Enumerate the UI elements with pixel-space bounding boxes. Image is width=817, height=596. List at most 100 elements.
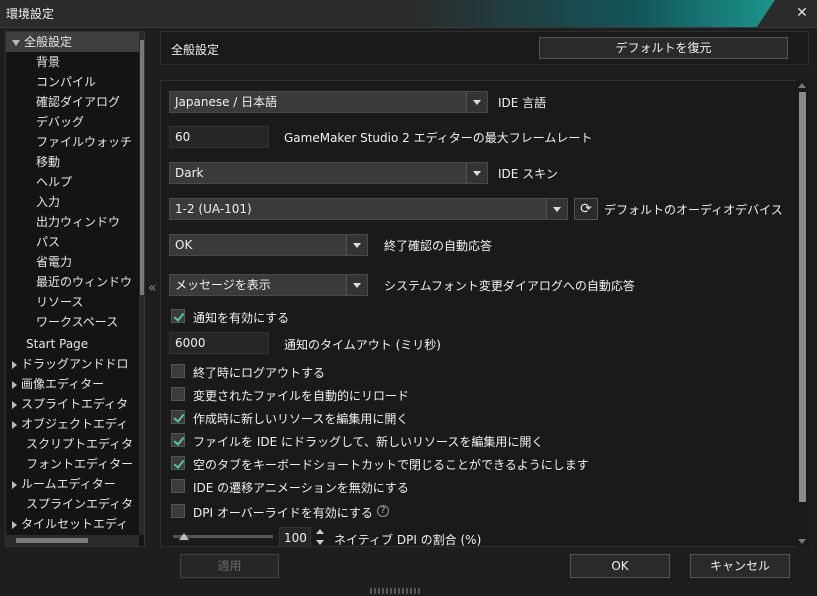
enable-notifications-label: 通知を有効にする xyxy=(193,311,290,325)
expand-down-icon[interactable] xyxy=(12,39,20,46)
cancel-button[interactable]: キャンセル xyxy=(690,554,790,578)
audio-device-dropdown[interactable]: 1-2 (UA-101) xyxy=(169,198,568,220)
chevron-down-icon[interactable] xyxy=(466,92,487,112)
tree-item-label: 確認ダイアログ xyxy=(36,95,121,109)
tree-item-label: 省電力 xyxy=(36,255,73,269)
tree-item[interactable]: 画像エディター xyxy=(6,374,139,394)
exit-confirm-label: 終了確認の自動応答 xyxy=(384,239,493,253)
tree-item-label: 画像エディター xyxy=(21,377,105,391)
logout-on-exit-checkbox[interactable] xyxy=(171,364,185,378)
tree-item-label: ドラッグアンドドロ xyxy=(21,357,129,371)
expand-right-icon[interactable] xyxy=(12,480,17,489)
close-empty-tabs-label: 空のタブをキーボードショートカットで閉じることができるようにします xyxy=(193,458,589,472)
tree-item-label: 入力 xyxy=(36,195,61,209)
exit-confirm-dropdown[interactable]: OK xyxy=(169,234,368,256)
chevron-down-icon[interactable] xyxy=(466,163,487,183)
tree-item[interactable]: オブジェクトエディ xyxy=(6,414,139,434)
tree-vertical-scrollbar[interactable] xyxy=(139,32,144,535)
resize-grip[interactable] xyxy=(370,588,420,594)
drag-file-open-checkbox[interactable] xyxy=(171,433,185,447)
tree-item[interactable]: フォントエディター xyxy=(6,454,139,474)
tree-item-label: 出力ウィンドウ xyxy=(36,215,121,229)
title-bar: 環境設定 ✕ xyxy=(0,0,817,27)
tree-item-label: タイルセットエディ xyxy=(21,517,129,531)
disable-transition-checkbox[interactable] xyxy=(171,479,185,493)
auto-reload-checkbox[interactable] xyxy=(171,387,185,401)
settings-scroll-thumb[interactable] xyxy=(799,92,806,502)
expand-right-icon[interactable] xyxy=(12,400,17,409)
ok-button[interactable]: OK xyxy=(570,554,670,578)
dpi-override-checkbox[interactable] xyxy=(171,504,185,518)
tree-item[interactable]: ワークスペース xyxy=(6,312,139,332)
refresh-icon[interactable]: ⟳ xyxy=(574,198,598,220)
title-divider xyxy=(0,27,817,28)
tree-item[interactable]: スクリプトエディタ xyxy=(6,434,139,454)
tree-item-label: 全般設定 xyxy=(24,35,73,49)
tree-item[interactable]: 最近のウィンドウ xyxy=(6,272,139,292)
max-framerate-label: GameMaker Studio 2 エディターの最大フレームレート xyxy=(284,131,593,145)
ide-language-value: Japanese / 日本語 xyxy=(175,95,278,109)
tree-item[interactable]: スプライトエディタ xyxy=(6,394,139,414)
collapse-panel-icon[interactable]: « xyxy=(148,280,157,296)
tree-item[interactable]: 全般設定 xyxy=(6,32,139,52)
stepper-up-icon[interactable] xyxy=(316,529,324,534)
tree-item[interactable]: 入力 xyxy=(6,192,139,212)
tree-item-label: ワークスペース xyxy=(36,315,119,329)
tree-item-label: ヘルプ xyxy=(36,175,73,189)
page-title: 全般設定 xyxy=(171,43,220,57)
help-icon[interactable]: ? xyxy=(377,505,389,517)
tree-item[interactable]: ルームエディター xyxy=(6,474,139,494)
tree-item[interactable]: コンパイル xyxy=(6,72,139,92)
ide-language-label: IDE 言語 xyxy=(498,96,547,110)
tree-item[interactable]: 確認ダイアログ xyxy=(6,92,139,112)
native-dpi-input[interactable]: 100 xyxy=(279,527,311,546)
restore-default-button[interactable]: デフォルトを復元 xyxy=(539,37,788,59)
system-font-dropdown[interactable]: メッセージを表示 xyxy=(169,274,368,296)
expand-right-icon[interactable] xyxy=(12,420,17,429)
notification-timeout-input[interactable]: 6000 xyxy=(169,332,269,354)
native-dpi-stepper[interactable] xyxy=(315,527,324,546)
close-empty-tabs-checkbox[interactable] xyxy=(171,456,185,470)
scroll-up-icon[interactable] xyxy=(798,83,806,88)
expand-right-icon[interactable] xyxy=(12,380,17,389)
tree-item[interactable]: スプラインエディタ xyxy=(6,494,139,514)
expand-right-icon[interactable] xyxy=(12,520,17,529)
settings-scrollbar[interactable] xyxy=(796,80,809,547)
max-framerate-input[interactable]: 60 xyxy=(169,126,269,148)
tree-item[interactable]: ファイルウォッチ xyxy=(6,132,139,152)
system-font-label: システムフォント変更ダイアログへの自動応答 xyxy=(384,279,635,293)
chevron-down-icon[interactable] xyxy=(346,235,367,255)
tree-item-label: オブジェクトエディ xyxy=(21,417,129,431)
tree-item-label: リソース xyxy=(36,295,84,309)
tree-item[interactable]: 背景 xyxy=(6,52,139,72)
tree-horizontal-scrollbar[interactable] xyxy=(6,535,139,546)
native-dpi-slider-thumb[interactable] xyxy=(179,533,189,540)
settings-tree: 全般設定背景 コンパイル確認ダイアログデバッグ ファイルウォッチ 移動ヘルプ入力出力ウ… xyxy=(5,31,145,547)
tree-horizontal-scroll-thumb[interactable] xyxy=(16,538,88,543)
chevron-down-icon[interactable] xyxy=(346,275,367,295)
tree-item[interactable]: 出力ウィンドウ xyxy=(6,212,139,232)
scroll-down-icon[interactable] xyxy=(798,539,806,544)
tree-item[interactable]: 移動 xyxy=(6,152,139,172)
chevron-down-icon[interactable] xyxy=(546,199,567,219)
stepper-down-icon[interactable] xyxy=(316,540,324,545)
tree-item[interactable]: タイルセットエディ xyxy=(6,514,139,534)
apply-button[interactable]: 適用 xyxy=(180,554,279,578)
tree-item[interactable]: 省電力 xyxy=(6,252,139,272)
ide-skin-dropdown[interactable]: Dark xyxy=(169,162,488,184)
tree-item[interactable]: ヘルプ xyxy=(6,172,139,192)
enable-notifications-checkbox[interactable] xyxy=(171,309,185,323)
close-icon[interactable]: ✕ xyxy=(793,4,811,22)
expand-right-icon[interactable] xyxy=(12,360,17,369)
tree-item[interactable]: リソース xyxy=(6,292,139,312)
dpi-override-label: DPI オーバーライドを有効にする xyxy=(193,506,373,520)
audio-device-label: デフォルトのオーディオデバイス xyxy=(604,203,783,217)
tree-item[interactable]: ドラッグアンドドロ xyxy=(6,354,139,374)
tree-item[interactable]: Start Page xyxy=(6,334,139,354)
open-new-for-edit-checkbox[interactable] xyxy=(171,410,185,424)
tree-item[interactable]: デバッグ xyxy=(6,112,139,132)
tree-item[interactable]: パス xyxy=(6,232,139,252)
ide-language-dropdown[interactable]: Japanese / 日本語 xyxy=(169,91,488,113)
auto-reload-label: 変更されたファイルを自動的にリロード xyxy=(193,389,410,403)
tree-vertical-scroll-thumb[interactable] xyxy=(140,40,144,295)
